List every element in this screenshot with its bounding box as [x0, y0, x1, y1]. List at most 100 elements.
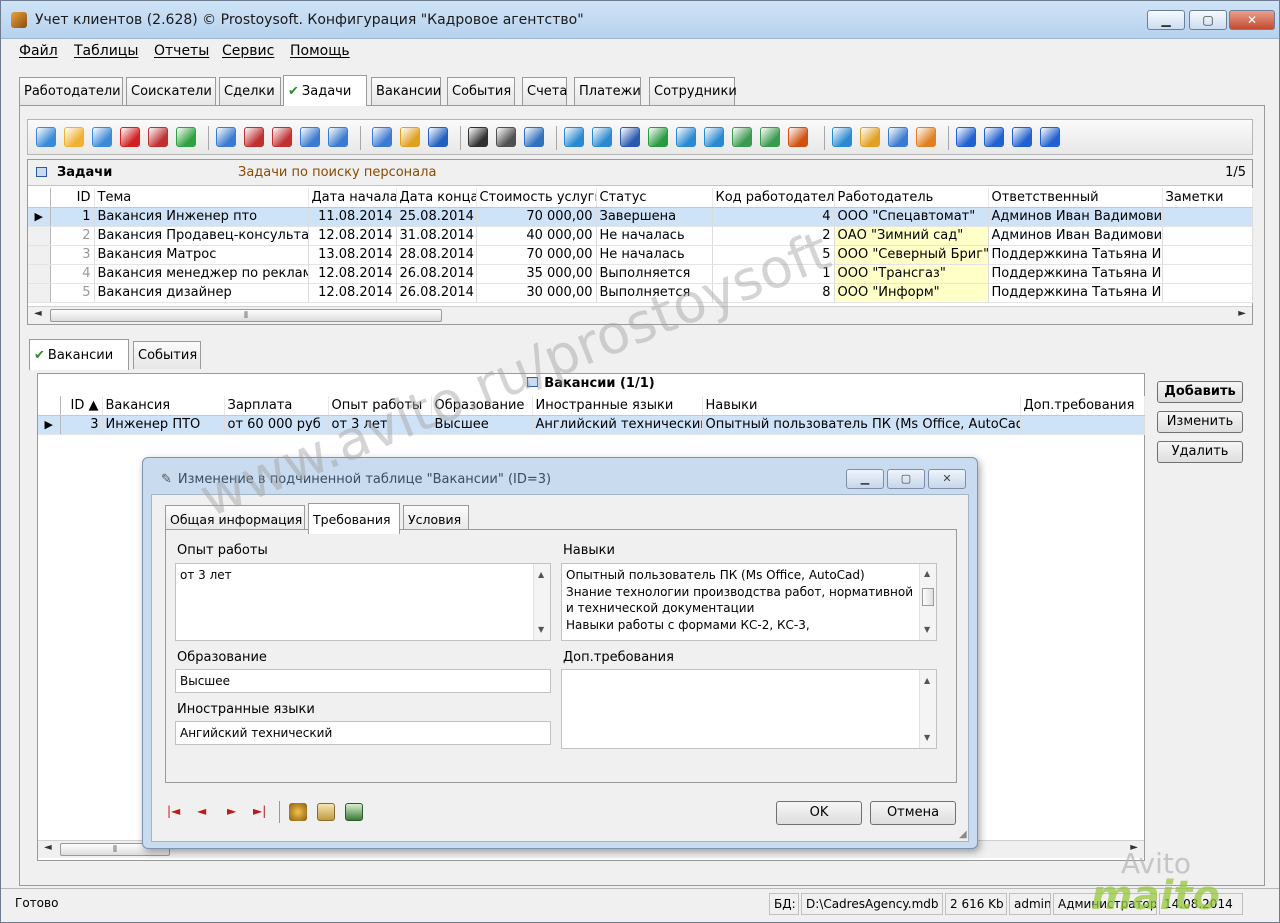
tab-vacancies[interactable]: Вакансии	[371, 77, 441, 105]
column-header[interactable]: Код работодателя	[712, 188, 835, 208]
first-icon[interactable]	[956, 127, 976, 147]
column-header[interactable]: Дата конца	[396, 188, 477, 208]
scroll-thumb[interactable]	[922, 588, 934, 606]
menu-reports[interactable]: Отчеты	[154, 43, 209, 59]
table-cell[interactable]: Завершена	[596, 207, 713, 227]
dtab-requirements[interactable]: Требования	[308, 503, 400, 534]
table-cell[interactable]	[1162, 207, 1253, 227]
ok-button[interactable]: OK	[776, 801, 862, 825]
tab-tasks[interactable]: ✔ Задачи	[283, 75, 367, 106]
column-header[interactable]: Зарплата	[224, 396, 329, 416]
table-cell[interactable]: 11.08.2014	[308, 207, 397, 227]
scroll-left-icon[interactable]: ◄	[34, 308, 42, 319]
last-record-icon[interactable]: ►|	[253, 804, 266, 818]
table-cell[interactable]: Не началась	[596, 226, 713, 246]
subtab-events[interactable]: События	[133, 341, 201, 369]
table-cell[interactable]: Вакансия Продавец-консультант	[94, 226, 309, 246]
filter-clear-icon[interactable]	[272, 127, 292, 147]
table-cell[interactable]: Английский технический	[532, 415, 703, 435]
table-cell[interactable]	[1162, 264, 1253, 284]
next-record-icon[interactable]: ►	[227, 804, 236, 818]
table-cell[interactable]: 12.08.2014	[308, 283, 397, 303]
table-icon[interactable]	[148, 127, 168, 147]
row-indicator[interactable]	[28, 226, 51, 246]
table-cell[interactable]: Админов Иван Вадимович	[988, 207, 1163, 227]
table-cell[interactable]: Выполняется	[596, 283, 713, 303]
edit-icon[interactable]	[64, 127, 84, 147]
last-icon[interactable]	[1040, 127, 1060, 147]
table-cell[interactable]	[1162, 226, 1253, 246]
table-cell[interactable]: 1	[50, 207, 95, 227]
prev-record-icon[interactable]: ◄	[197, 804, 206, 818]
menu-file[interactable]: Файл	[19, 43, 58, 59]
table-cell[interactable]: 13.08.2014	[308, 245, 397, 265]
column-header[interactable]: Заметки	[1162, 188, 1253, 208]
table-cell[interactable]: 26.08.2014	[396, 264, 477, 284]
minimize-button[interactable]: ▁	[1147, 10, 1185, 30]
scroll-right-icon[interactable]: ►	[1238, 308, 1246, 319]
filter-icon[interactable]	[216, 127, 236, 147]
subtab-vacancies[interactable]: ✔ Вакансии	[29, 339, 129, 370]
table-cell[interactable]: Вакансия дизайнер	[94, 283, 309, 303]
column-header[interactable]: Стоимость услуги	[476, 188, 597, 208]
row-indicator[interactable]: ▶	[38, 415, 61, 435]
edit-button[interactable]: Изменить	[1157, 411, 1243, 433]
table-row[interactable]: ▶ 3 Инженер ПТО от 60 000 руб от 3 лет Высшее…	[38, 415, 1145, 435]
export2-icon[interactable]	[592, 127, 612, 147]
table-row[interactable]: 5 Вакансия дизайнер 12.08.2014 26.08.2014 30…	[28, 283, 1253, 303]
refresh-icon[interactable]	[176, 127, 196, 147]
csv-icon[interactable]	[760, 127, 780, 147]
row-indicator[interactable]	[28, 245, 51, 265]
column-header[interactable]: Дата начала	[308, 188, 397, 208]
tab-payments[interactable]: Платежи	[574, 77, 641, 105]
table-row[interactable]: ▶ 1 Вакансия Инженер пто 11.08.2014 25.08.20…	[28, 207, 1253, 227]
table-cell[interactable]: 8	[712, 283, 835, 303]
column-header[interactable]: Вакансия	[102, 396, 225, 416]
copy-icon[interactable]	[92, 127, 112, 147]
table-cell[interactable]: Высшее	[431, 415, 533, 435]
table-row[interactable]: 4 Вакансия менеджер по рекламе 12.08.2014 2…	[28, 264, 1253, 284]
table-row[interactable]: 2 Вакансия Продавец-консультант 12.08.2014…	[28, 226, 1253, 246]
table-cell[interactable]: Выполняется	[596, 264, 713, 284]
table-cell[interactable]: Админов Иван Вадимович	[988, 226, 1163, 246]
table-cell[interactable]: 40 000,00	[476, 226, 597, 246]
word-icon[interactable]	[620, 127, 640, 147]
preview-icon[interactable]	[524, 127, 544, 147]
column-header[interactable]: Тема	[94, 188, 309, 208]
filter-edit-icon[interactable]	[328, 127, 348, 147]
table-cell[interactable]: 3	[50, 245, 95, 265]
tasks-hscroll[interactable]: ◄ ⦀ ►	[28, 306, 1252, 324]
table-cell[interactable]: от 60 000 руб	[224, 415, 329, 435]
table-cell[interactable]: 5	[712, 245, 835, 265]
extra-scrollbar[interactable]: ▲ ▼	[919, 670, 936, 748]
doc-icon[interactable]	[676, 127, 696, 147]
cancel-button[interactable]: Отмена	[870, 801, 956, 825]
table-cell[interactable]	[1162, 245, 1253, 265]
table-cell[interactable]: ООО "Северный Бриг"	[834, 245, 989, 265]
table-cell[interactable]: 2	[50, 226, 95, 246]
extra-field[interactable]: ▲ ▼	[561, 669, 937, 749]
close-button[interactable]: ✕	[1229, 10, 1275, 30]
table-cell[interactable]: 28.08.2014	[396, 245, 477, 265]
table-cell[interactable]: 26.08.2014	[396, 283, 477, 303]
row-indicator[interactable]: ▶	[28, 207, 51, 227]
menu-service[interactable]: Сервис	[222, 43, 274, 59]
scroll-right-icon[interactable]: ►	[1130, 842, 1138, 853]
sql-icon[interactable]	[428, 127, 448, 147]
table-cell[interactable]: 5	[50, 283, 95, 303]
next-icon[interactable]	[1012, 127, 1032, 147]
table-cell[interactable]: ООО "Информ"	[834, 283, 989, 303]
column-header[interactable]: Статус	[596, 188, 713, 208]
export-icon[interactable]	[564, 127, 584, 147]
resize-grip-icon[interactable]: ◢	[959, 829, 967, 840]
funnel-icon[interactable]	[372, 127, 392, 147]
music-icon[interactable]	[832, 127, 852, 147]
row-indicator[interactable]	[28, 264, 51, 284]
table-cell[interactable]	[1020, 415, 1145, 435]
filter-remove-icon[interactable]	[244, 127, 264, 147]
tab-deals[interactable]: Сделки	[219, 77, 281, 105]
prev-icon[interactable]	[984, 127, 1004, 147]
table-cell[interactable]	[1162, 283, 1253, 303]
table-cell[interactable]: 25.08.2014	[396, 207, 477, 227]
column-header[interactable]: Образование	[431, 396, 533, 416]
